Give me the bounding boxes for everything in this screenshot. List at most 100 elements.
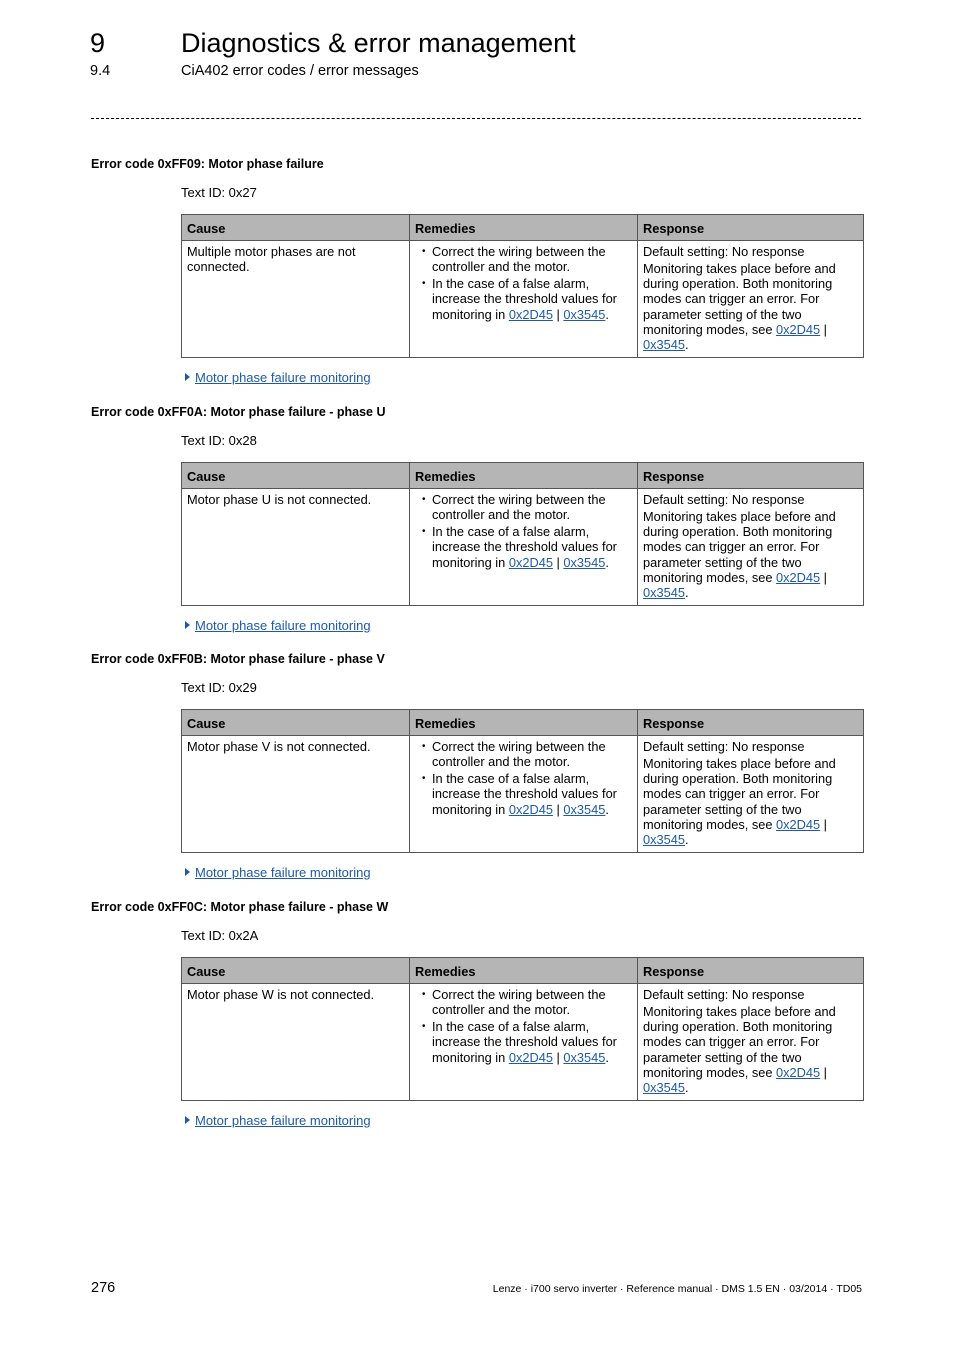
remedy-item: Correct the wiring between the controlle…	[422, 492, 632, 523]
remedies-list: Correct the wiring between the controlle…	[415, 244, 632, 322]
remedy-item: In the case of a false alarm, increase t…	[422, 1019, 632, 1065]
punctuation: .	[605, 306, 609, 322]
link-0x2d45[interactable]: 0x2D45	[776, 322, 820, 337]
link-0x3545[interactable]: 0x3545	[563, 1050, 605, 1065]
footer-info: Lenze · i700 servo inverter · Reference …	[492, 1283, 862, 1295]
header-remedies: Remedies	[409, 709, 638, 736]
header-remedies: Remedies	[409, 957, 638, 984]
remedies-cell: Correct the wiring between the controlle…	[409, 240, 638, 358]
link-0x2d45[interactable]: 0x2D45	[509, 555, 553, 570]
link-0x3545[interactable]: 0x3545	[643, 832, 685, 847]
link-0x3545[interactable]: 0x3545	[563, 802, 605, 817]
see-also-link[interactable]: Motor phase failure monitoring	[185, 370, 371, 385]
header-remedies: Remedies	[409, 214, 638, 241]
see-also-link-text[interactable]: Motor phase failure monitoring	[195, 1113, 371, 1128]
punctuation: .	[605, 554, 609, 570]
separator: |	[552, 801, 564, 817]
link-0x2d45[interactable]: 0x2D45	[776, 1065, 820, 1080]
see-also-link[interactable]: Motor phase failure monitoring	[185, 618, 371, 633]
link-0x3545[interactable]: 0x3545	[563, 307, 605, 322]
separator: |	[820, 569, 828, 585]
link-0x2d45[interactable]: 0x2D45	[509, 307, 553, 322]
link-0x2d45[interactable]: 0x2D45	[509, 1050, 553, 1065]
header-cause: Cause	[181, 462, 410, 489]
response-default: Default setting: No response	[643, 987, 805, 1002]
separator: |	[820, 321, 828, 337]
see-also-link-text[interactable]: Motor phase failure monitoring	[195, 370, 371, 385]
cause-cell: Motor phase U is not connected.	[181, 488, 410, 606]
triangle-right-icon	[185, 1116, 190, 1124]
response-text: Monitoring takes place before and during…	[643, 756, 858, 848]
link-0x3545[interactable]: 0x3545	[643, 337, 685, 352]
punctuation: .	[684, 337, 689, 353]
chapter-number: 9	[90, 28, 106, 58]
separator: |	[820, 816, 828, 832]
remedy-item: In the case of a false alarm, increase t…	[422, 771, 632, 817]
header-divider	[91, 118, 861, 119]
error-table: Cause Remedies Response Multiple motor p…	[181, 214, 864, 358]
remedy-item: Correct the wiring between the controlle…	[422, 739, 632, 770]
punctuation: .	[684, 1080, 689, 1096]
cause-cell: Motor phase V is not connected.	[181, 735, 410, 853]
header-cause: Cause	[181, 709, 410, 736]
header-response: Response	[637, 709, 864, 736]
remedy-item: Correct the wiring between the controlle…	[422, 244, 632, 275]
remedies-list: Correct the wiring between the controlle…	[415, 987, 632, 1065]
header-remedies: Remedies	[409, 462, 638, 489]
error-table: Cause Remedies Response Motor phase U is…	[181, 462, 864, 606]
header-response: Response	[637, 957, 864, 984]
link-0x2d45[interactable]: 0x2D45	[776, 570, 820, 585]
separator: |	[820, 1064, 828, 1080]
header-response: Response	[637, 214, 864, 241]
link-0x3545[interactable]: 0x3545	[563, 555, 605, 570]
header-cause: Cause	[181, 957, 410, 984]
error-heading: Error code 0xFF09: Motor phase failure	[91, 157, 324, 171]
table-header-row: Cause Remedies Response	[181, 214, 864, 241]
separator: |	[552, 554, 564, 570]
response-cell: Default setting: No response Monitoring …	[637, 488, 864, 606]
error-table: Cause Remedies Response Motor phase W is…	[181, 957, 864, 1101]
table-header-row: Cause Remedies Response	[181, 462, 864, 489]
header-response: Response	[637, 462, 864, 489]
error-heading: Error code 0xFF0A: Motor phase failure -…	[91, 405, 386, 419]
page-number: 276	[91, 1280, 116, 1296]
table-row: Multiple motor phases are not connected.…	[181, 240, 864, 358]
triangle-right-icon	[185, 373, 190, 381]
response-cell: Default setting: No response Monitoring …	[637, 983, 864, 1101]
table-row: Motor phase W is not connected. Correct …	[181, 983, 864, 1101]
remedies-list: Correct the wiring between the controlle…	[415, 492, 632, 570]
punctuation: .	[605, 801, 609, 817]
see-also-link-text[interactable]: Motor phase failure monitoring	[195, 618, 371, 633]
see-also-link[interactable]: Motor phase failure monitoring	[185, 865, 371, 880]
section-number: 9.4	[90, 63, 111, 79]
cause-cell: Motor phase W is not connected.	[181, 983, 410, 1101]
remedy-item: In the case of a false alarm, increase t…	[422, 524, 632, 570]
section-title: CiA402 error codes / error messages	[181, 63, 419, 79]
link-0x3545[interactable]: 0x3545	[643, 1080, 685, 1095]
response-default: Default setting: No response	[643, 739, 805, 754]
error-heading: Error code 0xFF0B: Motor phase failure -…	[91, 652, 385, 666]
triangle-right-icon	[185, 868, 190, 876]
table-row: Motor phase V is not connected. Correct …	[181, 735, 864, 853]
punctuation: .	[684, 832, 689, 848]
link-0x2d45[interactable]: 0x2D45	[776, 817, 820, 832]
text-id: Text ID: 0x27	[181, 185, 257, 200]
table-header-row: Cause Remedies Response	[181, 709, 864, 736]
separator: |	[552, 1049, 564, 1065]
response-cell: Default setting: No response Monitoring …	[637, 240, 864, 358]
triangle-right-icon	[185, 621, 190, 629]
response-text: Monitoring takes place before and during…	[643, 1004, 858, 1096]
error-table: Cause Remedies Response Motor phase V is…	[181, 709, 864, 853]
link-0x2d45[interactable]: 0x2D45	[509, 802, 553, 817]
response-default: Default setting: No response	[643, 492, 805, 507]
see-also-link-text[interactable]: Motor phase failure monitoring	[195, 865, 371, 880]
link-0x3545[interactable]: 0x3545	[643, 585, 685, 600]
remedies-list: Correct the wiring between the controlle…	[415, 739, 632, 817]
error-heading: Error code 0xFF0C: Motor phase failure -…	[91, 900, 389, 914]
remedies-cell: Correct the wiring between the controlle…	[409, 983, 638, 1101]
response-text: Monitoring takes place before and during…	[643, 509, 858, 601]
punctuation: .	[684, 585, 689, 601]
table-row: Motor phase U is not connected. Correct …	[181, 488, 864, 606]
separator: |	[552, 306, 564, 322]
see-also-link[interactable]: Motor phase failure monitoring	[185, 1113, 371, 1128]
